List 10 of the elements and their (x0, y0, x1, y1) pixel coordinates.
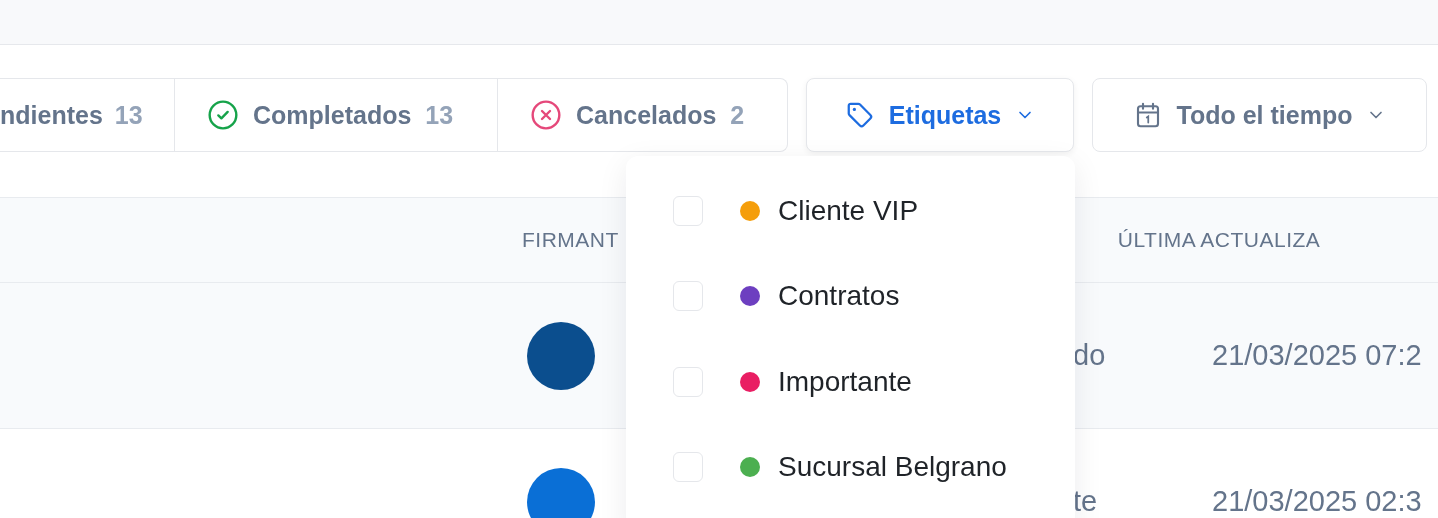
tag-label: Contratos (778, 280, 900, 313)
tag-label: Importante (778, 365, 912, 398)
table-cell: 21/03/2025 02:3 (1212, 485, 1422, 518)
table-cell-text: te (1073, 485, 1099, 518)
column-header: ÚLTIMA ACTUALIZA (1117, 228, 1321, 252)
column-header: FIRMANT (522, 228, 619, 252)
tag-label: Cliente VIP (778, 194, 919, 227)
table-cell-text: do (1073, 339, 1107, 372)
table-cell: 21/03/2025 07:2 (1212, 339, 1422, 372)
tag-label: Sucursal Belgrano (778, 451, 1007, 484)
